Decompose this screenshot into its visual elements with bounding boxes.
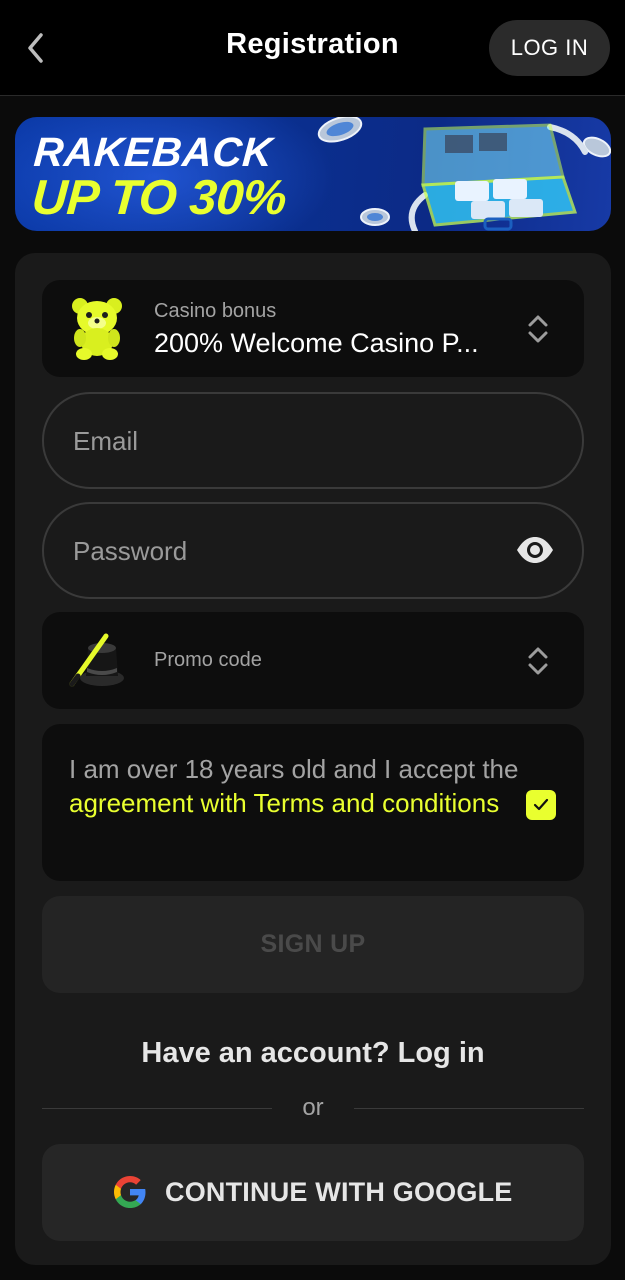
continue-with-google-button[interactable]: CONTINUE WITH GOOGLE — [42, 1144, 584, 1241]
divider-right — [354, 1108, 584, 1109]
password-field[interactable] — [42, 502, 584, 599]
registration-form: Casino bonus 200% Welcome Casino P... Em… — [15, 253, 611, 1265]
bonus-value: 200% Welcome Casino P... — [154, 328, 479, 358]
login-prompt[interactable]: Have an account? Log in — [15, 1037, 611, 1070]
email-input[interactable] — [71, 394, 505, 489]
terms-text: I am over 18 years old and I accept the … — [69, 752, 529, 820]
google-icon — [114, 1176, 146, 1208]
eye-icon — [517, 537, 553, 563]
email-field[interactable] — [42, 392, 584, 489]
rakeback-banner[interactable]: RAKEBACK UP TO 30% — [15, 117, 611, 231]
gummy-bear-icon — [72, 298, 122, 360]
back-button[interactable] — [16, 28, 56, 68]
terms-link[interactable]: agreement with Terms and conditions — [69, 788, 499, 818]
top-bar: Registration LOG IN — [0, 0, 625, 96]
password-input[interactable] — [71, 504, 505, 599]
terms-checkbox[interactable] — [526, 790, 556, 820]
chevron-left-icon — [28, 33, 43, 63]
show-password-button[interactable] — [515, 534, 555, 566]
banner-headline: RAKEBACK — [32, 129, 275, 175]
terms-lead-text: I am over 18 years old and I accept the — [69, 754, 519, 784]
magic-hat-icon — [69, 633, 124, 687]
banner-offer: UP TO 30% — [30, 171, 289, 225]
promo-code-select[interactable]: Promo code — [42, 612, 584, 709]
sign-up-button[interactable]: SIGN UP — [42, 896, 584, 993]
casino-bonus-select[interactable]: Casino bonus 200% Welcome Casino P... — [42, 280, 584, 377]
chevron-updown-icon — [528, 315, 548, 343]
promo-code-label: Promo code — [154, 649, 262, 671]
login-button[interactable]: LOG IN — [489, 20, 610, 76]
chevron-updown-icon — [528, 647, 548, 675]
bonus-label: Casino bonus — [154, 300, 277, 322]
terms-agreement: I am over 18 years old and I accept the … — [42, 724, 584, 881]
checkmark-icon — [533, 798, 549, 811]
google-button-label: CONTINUE WITH GOOGLE — [165, 1177, 513, 1207]
cash-briefcase-icon — [317, 117, 611, 231]
